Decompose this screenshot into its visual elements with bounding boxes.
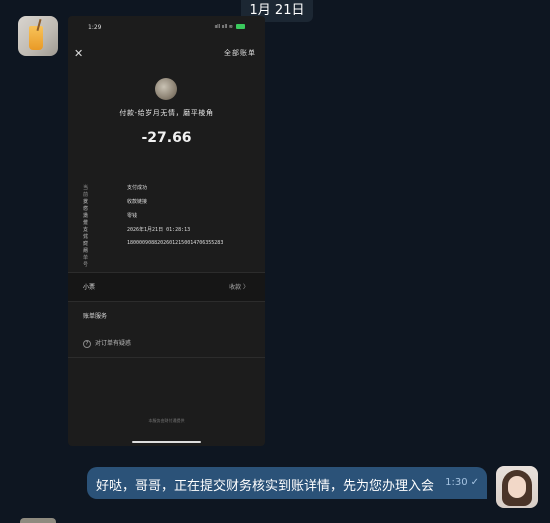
payment-amount: -27.66 [141, 130, 192, 146]
message-time: 1:30 [445, 477, 468, 488]
detail-label: 交易单号 [83, 241, 89, 268]
battery-icon [236, 24, 245, 29]
detail-value: 零钱 [127, 213, 138, 219]
detail-value: 2026年1月21日 01:28:13 [127, 227, 191, 233]
footer-note: 本服务由财付通提供 [148, 418, 185, 423]
status-time: 1:29 [88, 24, 102, 31]
outgoing-message[interactable]: 好哒，哥哥，正在提交财务核实到账详情，先为您办理入会 1:30 ✓ [87, 467, 487, 499]
contact-avatar[interactable] [18, 16, 58, 56]
user-avatar[interactable] [496, 466, 538, 508]
bill-service-title: 账单服务 [83, 313, 108, 320]
signal-icon: ııll ııll ≋ [214, 24, 233, 30]
detail-value: 收款链接 [127, 199, 148, 205]
divider [68, 357, 265, 358]
phone-status-bar: 1:29 ııll ııll ≋ [68, 16, 265, 40]
all-bills-link: 全部账单 [224, 49, 256, 57]
question-icon: ? [83, 339, 91, 348]
divider [68, 301, 265, 302]
message-text: 好哒，哥哥，正在提交财务核实到账详情，先为您办理入会 [96, 479, 435, 494]
order-question: ? 对订单有疑惑 [83, 338, 131, 348]
merchant-name: 付款-给岁月无情，磨平棱角 [119, 109, 214, 117]
next-avatar-partial [20, 518, 56, 523]
home-indicator [132, 441, 201, 443]
read-check-icon: ✓ [470, 477, 479, 488]
order-question-text: 对订单有疑惑 [95, 340, 132, 347]
detail-value: 支付成功 [127, 185, 148, 191]
avatar-face [508, 476, 526, 498]
signal-icons: ııll ııll ≋ [215, 24, 245, 30]
detail-value: 1800009088202601215001470635528З [127, 240, 224, 246]
receipt-action: 收款 〉 [229, 284, 249, 291]
receipt-label: 小票 [83, 284, 96, 291]
merchant-avatar [155, 78, 177, 100]
close-icon: ✕ [74, 47, 84, 60]
payment-screenshot-image[interactable]: 1:29 ııll ııll ≋ ✕ 全部账单 付款-给岁月无情，磨平棱角 -2… [68, 16, 265, 446]
message-meta: 1:30 ✓ [445, 477, 479, 488]
